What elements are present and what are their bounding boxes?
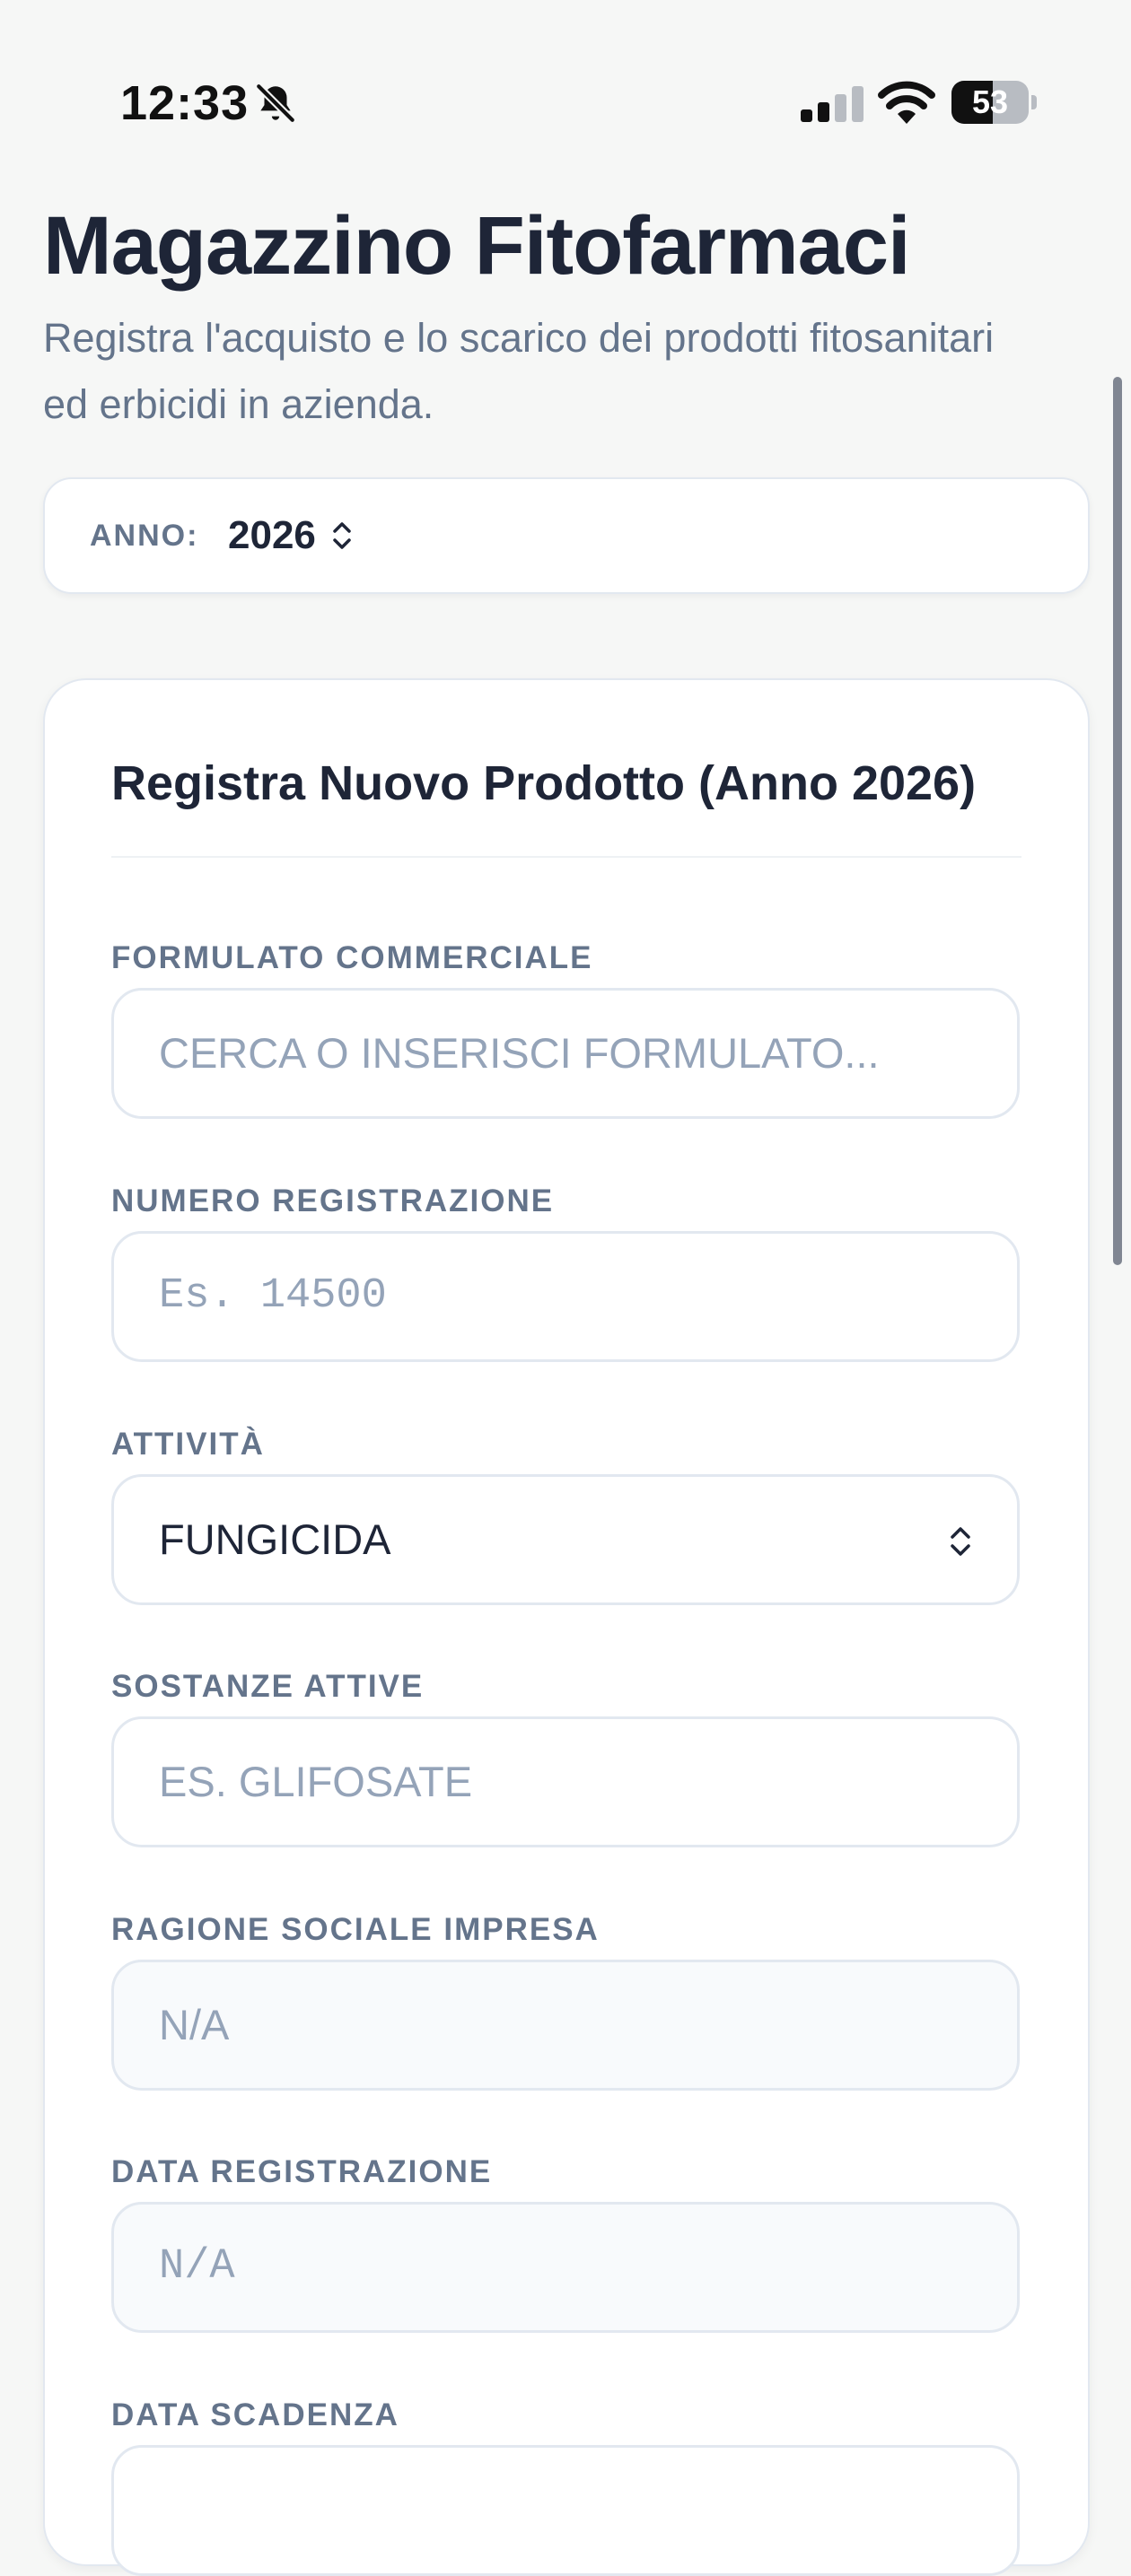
new-product-form: Registra Nuovo Prodotto (Anno 2026) FORM… bbox=[43, 678, 1090, 2576]
status-time: 12:33 bbox=[120, 76, 250, 130]
formulato-label: FORMULATO COMMERCIALE bbox=[111, 940, 593, 975]
year-label: ANNO: bbox=[90, 519, 199, 553]
numero-registrazione-input[interactable]: Es. 14500 bbox=[111, 1231, 1020, 1362]
formulato-input[interactable]: CERCA O INSERISCI FORMULATO... bbox=[111, 988, 1020, 1119]
bell-slash-icon bbox=[255, 83, 296, 124]
ragione-sociale-label: RAGIONE SOCIALE IMPRESA bbox=[111, 1912, 600, 1947]
page-scrollbar[interactable] bbox=[1113, 377, 1122, 1265]
chevron-up-down-icon bbox=[333, 522, 351, 549]
year-value: 2026 bbox=[228, 513, 316, 557]
data-registrazione-input[interactable]: N/A bbox=[111, 2202, 1020, 2333]
attivita-label: ATTIVITÀ bbox=[111, 1427, 265, 1462]
data-scadenza-input[interactable] bbox=[111, 2445, 1020, 2576]
data-registrazione-label: DATA REGISTRAZIONE bbox=[111, 2154, 493, 2189]
page-subtitle: Registra l'acquisto e lo scarico dei pro… bbox=[43, 315, 995, 427]
attivita-select[interactable]: FUNGICIDA bbox=[111, 1474, 1020, 1605]
wifi-icon bbox=[878, 81, 935, 124]
numero-registrazione-label: NUMERO REGISTRAZIONE bbox=[111, 1183, 555, 1218]
numero-registrazione-placeholder: Es. 14500 bbox=[159, 1272, 387, 1320]
status-bar: 12:33 53 bbox=[0, 0, 1131, 170]
data-registrazione-placeholder: N/A bbox=[159, 2243, 235, 2291]
sostanze-attive-label: SOSTANZE ATTIVE bbox=[111, 1669, 425, 1704]
sostanze-attive-placeholder: ES. GLIFOSATE bbox=[159, 1758, 473, 1805]
attivita-value: FUNGICIDA bbox=[159, 1515, 391, 1563]
data-scadenza-label: DATA SCADENZA bbox=[111, 2397, 399, 2432]
form-divider bbox=[111, 856, 1021, 858]
ragione-sociale-input[interactable]: N/A bbox=[111, 1960, 1020, 2091]
sostanze-attive-input[interactable]: ES. GLIFOSATE bbox=[111, 1716, 1020, 1847]
cellular-signal-icon bbox=[801, 86, 864, 122]
ragione-sociale-placeholder: N/A bbox=[159, 2001, 230, 2048]
formulato-placeholder: CERCA O INSERISCI FORMULATO... bbox=[159, 1029, 880, 1077]
year-select[interactable]: 2026 bbox=[228, 506, 354, 565]
chevron-up-down-icon bbox=[951, 1527, 970, 1556]
year-filter-card: ANNO: 2026 bbox=[43, 477, 1090, 594]
page-title: Magazzino Fitofarmaci bbox=[43, 200, 911, 292]
form-title: Registra Nuovo Prodotto (Anno 2026) bbox=[111, 756, 977, 810]
battery-icon: 53 bbox=[951, 81, 1038, 124]
battery-level: 53 bbox=[971, 83, 1009, 120]
